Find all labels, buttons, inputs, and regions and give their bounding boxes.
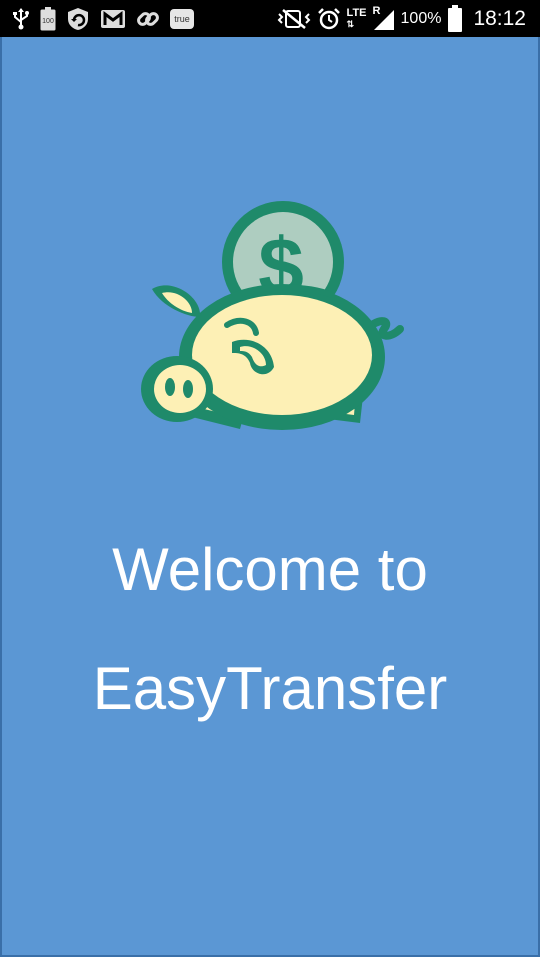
battery-percent: 100% <box>400 10 442 27</box>
gmail-icon <box>100 8 126 30</box>
lte-icon: LTE ⇅ <box>347 8 367 30</box>
notification-icons: 100 true <box>12 5 194 33</box>
splash-screen: $ Welcome to EasyTransfer <box>0 37 540 957</box>
vibrate-mute-icon <box>277 8 311 30</box>
roaming-label: R <box>372 5 381 17</box>
battery-badge-text: 100 <box>42 18 54 25</box>
battery-100-notification-icon: 100 <box>40 7 56 31</box>
welcome-title-app-name: EasyTransfer <box>92 655 448 722</box>
clock: 18:12 <box>473 7 526 30</box>
data-arrows-icon: ⇅ <box>346 19 356 29</box>
true-badge-text: true <box>170 9 194 29</box>
alarm-icon <box>317 7 341 31</box>
welcome-title-line1: Welcome to <box>112 536 428 603</box>
usb-icon <box>12 8 30 30</box>
shield-refresh-icon <box>66 7 90 31</box>
link-icon <box>136 8 160 30</box>
true-app-icon: true <box>170 9 194 29</box>
system-status-icons: LTE ⇅ R 100% 18:12 <box>277 4 526 34</box>
lte-label: LTE <box>346 7 367 19</box>
status-bar: 100 true LTE ⇅ R 100% 18:12 <box>0 0 540 37</box>
battery-icon <box>447 5 463 33</box>
piggy-bank-dollar-icon: $ <box>132 167 412 432</box>
signal-icon: R <box>372 5 395 31</box>
